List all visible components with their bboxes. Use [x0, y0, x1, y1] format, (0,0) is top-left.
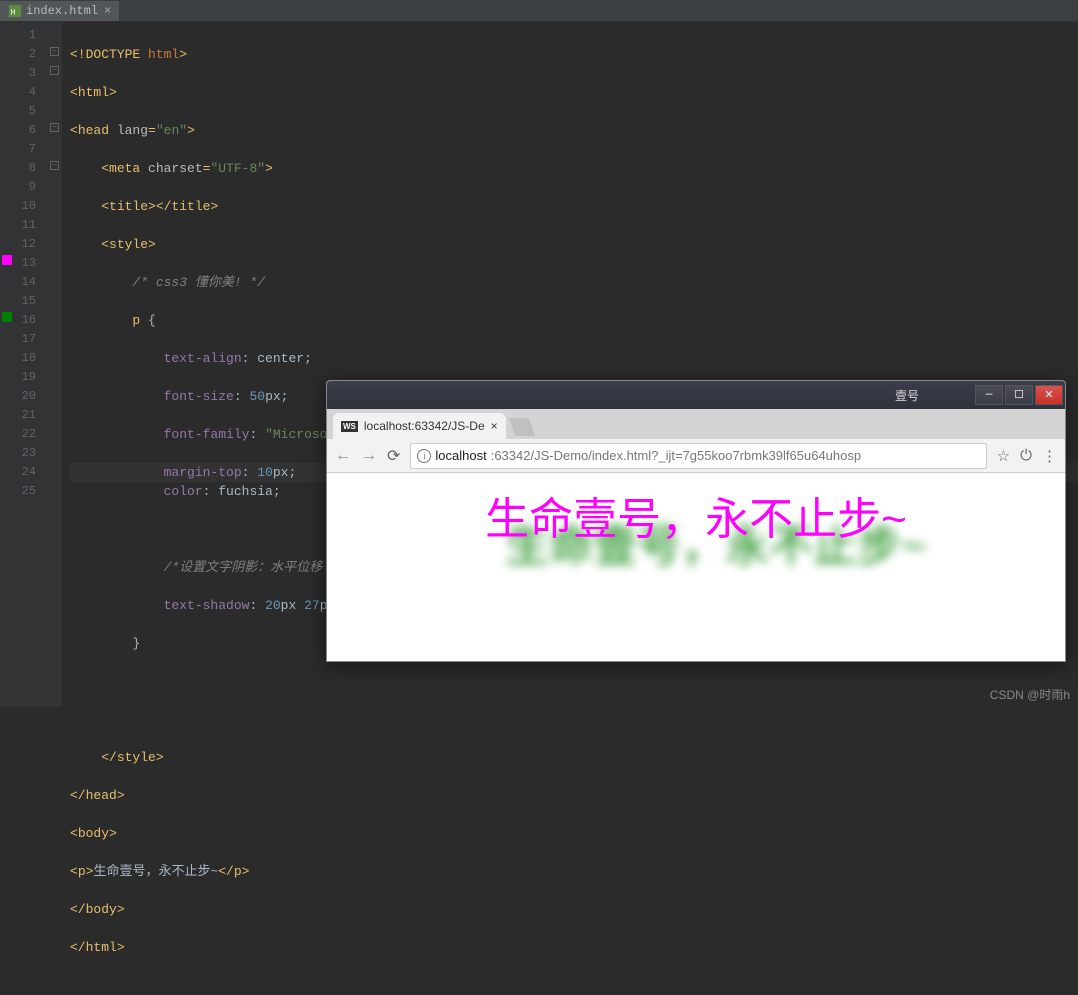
- ide-tab-bar: H index.html ×: [0, 0, 1078, 22]
- close-button[interactable]: ✕: [1035, 385, 1063, 405]
- html-file-icon: H: [8, 4, 22, 18]
- watermark: CSDN @时雨h: [990, 686, 1070, 703]
- line-number: 23: [0, 444, 36, 463]
- browser-tab[interactable]: WS localhost:63342/JS-De ×: [333, 413, 506, 439]
- svg-text:H: H: [11, 8, 16, 17]
- url-host: localhost: [435, 448, 486, 463]
- line-number: 9: [0, 178, 36, 197]
- line-number: 25: [0, 482, 36, 501]
- fold-toggle-icon[interactable]: −: [50, 161, 59, 170]
- line-number: 10: [0, 197, 36, 216]
- browser-viewport: 生命壹号，永不止步~: [327, 473, 1065, 661]
- line-number: 5: [0, 102, 36, 121]
- gutter-color-marker: [2, 312, 12, 322]
- browser-tab-bar: WS localhost:63342/JS-De ×: [327, 409, 1065, 439]
- line-number: 3: [0, 64, 36, 83]
- line-number: 22: [0, 425, 36, 444]
- url-path: :63342/JS-Demo/index.html?_ijt=7g55koo7r…: [491, 448, 861, 463]
- back-icon[interactable]: ←: [335, 447, 351, 465]
- reload-icon[interactable]: ⟳: [387, 446, 400, 466]
- line-number: 17: [0, 330, 36, 349]
- close-icon[interactable]: ×: [104, 4, 111, 18]
- file-tab-label: index.html: [26, 4, 98, 18]
- line-number: 2: [0, 45, 36, 64]
- line-number: 14: [0, 273, 36, 292]
- address-bar[interactable]: i localhost :63342/JS-Demo/index.html?_ij…: [410, 443, 986, 469]
- line-number: 18: [0, 349, 36, 368]
- window-label: 壹号: [895, 387, 919, 404]
- line-number: 19: [0, 368, 36, 387]
- fold-toggle-icon[interactable]: −: [50, 123, 59, 132]
- star-icon[interactable]: ☆: [997, 447, 1010, 465]
- file-tab-index[interactable]: H index.html ×: [0, 1, 119, 21]
- power-icon[interactable]: ⏻: [1020, 447, 1032, 464]
- line-number: 6: [0, 121, 36, 140]
- demo-paragraph: 生命壹号，永不止步~: [327, 483, 1065, 547]
- line-number: 4: [0, 83, 36, 102]
- line-number: 8: [0, 159, 36, 178]
- fold-toggle-icon[interactable]: −: [50, 47, 59, 56]
- fold-toggle-icon[interactable]: −: [50, 66, 59, 75]
- line-number: 11: [0, 216, 36, 235]
- webstorm-icon: WS: [341, 421, 358, 432]
- line-number: 21: [0, 406, 36, 425]
- menu-icon[interactable]: ⋮: [1042, 447, 1057, 465]
- line-number: 12: [0, 235, 36, 254]
- line-number: 15: [0, 292, 36, 311]
- browser-toolbar: ← → ⟳ i localhost :63342/JS-Demo/index.ht…: [327, 439, 1065, 473]
- maximize-button[interactable]: ☐: [1005, 385, 1033, 405]
- line-number: 20: [0, 387, 36, 406]
- close-icon[interactable]: ×: [491, 419, 498, 433]
- browser-titlebar[interactable]: 壹号 — ☐ ✕: [327, 381, 1065, 409]
- new-tab-button[interactable]: [508, 418, 535, 436]
- minimize-button[interactable]: —: [975, 385, 1003, 405]
- browser-tab-label: localhost:63342/JS-De: [364, 419, 485, 433]
- line-number: 1: [0, 26, 36, 45]
- line-number: 7: [0, 140, 36, 159]
- line-number: 24: [0, 463, 36, 482]
- forward-icon[interactable]: →: [361, 447, 377, 465]
- fold-column: − − − −: [48, 22, 62, 707]
- line-gutter: 1 2 3 4 5 6 7 8 9 10 11 12 13 14 15 16 1…: [0, 22, 48, 707]
- gutter-color-marker: [2, 255, 12, 265]
- browser-window: 壹号 — ☐ ✕ WS localhost:63342/JS-De × ← → …: [326, 380, 1066, 662]
- info-icon[interactable]: i: [417, 449, 431, 463]
